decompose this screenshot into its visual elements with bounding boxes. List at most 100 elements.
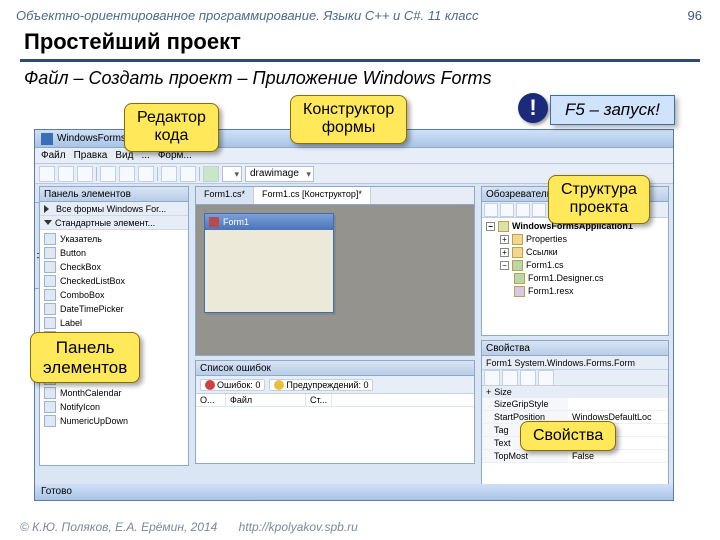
toolbox-item-label[interactable]: Label xyxy=(40,316,188,330)
properties-title: Свойства xyxy=(482,341,668,356)
tab-code[interactable]: Form1.cs* xyxy=(196,187,254,204)
callout-form-designer: Конструктор формы xyxy=(290,95,407,144)
prop-value[interactable] xyxy=(568,398,668,410)
label-icon xyxy=(44,317,56,329)
props-category[interactable]: +Size xyxy=(482,386,668,398)
toolbox-item-checkedlistbox[interactable]: CheckedListBox xyxy=(40,274,188,288)
toolbox-item-pointer[interactable]: Указатель xyxy=(40,232,188,246)
toolbox-group-all[interactable]: Все формы Windows For... xyxy=(40,202,188,216)
toolbox-group-label: Все формы Windows For... xyxy=(56,202,166,216)
config-dropdown[interactable] xyxy=(222,166,242,182)
page-number: 96 xyxy=(688,8,702,23)
errors-count[interactable]: Ошибок: 0 xyxy=(200,379,265,391)
toolbox-item-label: Button xyxy=(60,248,86,258)
col-file[interactable]: Файл xyxy=(226,394,306,406)
toolbox-item-label: DateTimePicker xyxy=(60,304,124,314)
toolbox-title: Панель элементов xyxy=(40,187,188,202)
notifyicon-icon xyxy=(44,401,56,413)
sol-btn-icon[interactable] xyxy=(532,203,546,217)
tb-sep xyxy=(96,167,97,181)
toolbox-item-button[interactable]: Button xyxy=(40,246,188,260)
expand-icon[interactable]: + xyxy=(500,235,509,244)
prop-value[interactable]: False xyxy=(568,450,668,462)
collapse-icon[interactable]: − xyxy=(500,261,509,270)
tree-form1cs[interactable]: − Form1.cs xyxy=(486,259,664,272)
collapse-icon[interactable]: − xyxy=(486,222,495,231)
toolbox-item-numericupdown[interactable]: NumericUpDown xyxy=(40,414,188,428)
tb-paste-icon[interactable] xyxy=(138,166,154,182)
toolbox-group-std[interactable]: Стандартные элемент... xyxy=(40,216,188,230)
toolbox-item-label: Label xyxy=(60,318,82,328)
properties-object[interactable]: Form1 System.Windows.Forms.Form xyxy=(482,356,668,370)
callout-code-editor: Редактор кода xyxy=(124,103,219,152)
props-events-icon[interactable] xyxy=(538,370,554,386)
col-line[interactable]: Ст... xyxy=(306,394,332,406)
csfile-icon xyxy=(514,273,525,284)
slide-header: Объектно-ориентированное программировани… xyxy=(0,0,720,27)
designer-canvas[interactable]: Form1 xyxy=(196,205,474,355)
tree-properties[interactable]: + Properties xyxy=(486,233,664,246)
target-dropdown[interactable]: drawimage xyxy=(245,166,314,182)
expand-icon xyxy=(44,205,53,213)
prop-name: TopMost xyxy=(482,450,568,462)
toolbox-item-monthcalendar[interactable]: MonthCalendar xyxy=(40,386,188,400)
tree-designercs[interactable]: Form1.Designer.cs xyxy=(486,272,664,285)
props-row[interactable]: TopMostFalse xyxy=(482,450,668,463)
properties-toolbar xyxy=(482,370,668,386)
button-icon xyxy=(44,247,56,259)
props-cat-icon[interactable] xyxy=(484,370,500,386)
errors-label: Ошибок: 0 xyxy=(217,380,260,390)
warnings-count[interactable]: Предупреждений: 0 xyxy=(269,379,373,391)
form-window[interactable]: Form1 xyxy=(204,213,334,313)
toolbox-item-notifyicon[interactable]: NotifyIcon xyxy=(40,400,188,414)
tb-cut-icon[interactable] xyxy=(100,166,116,182)
toolbox-item-label: NotifyIcon xyxy=(60,402,100,412)
toolbox-group-label: Стандартные элемент... xyxy=(55,216,155,230)
callout-solution: Структура проекта xyxy=(548,175,650,224)
toolbox-item-label: MonthCalendar xyxy=(60,388,122,398)
tree-label: Properties xyxy=(526,233,567,246)
sol-btn-icon[interactable] xyxy=(484,203,498,217)
sol-btn-icon[interactable] xyxy=(516,203,530,217)
project-icon xyxy=(498,221,509,232)
tree-label: Form1.cs xyxy=(526,259,564,272)
footer-link[interactable]: http://kpolyakov.spb.ru xyxy=(239,520,358,534)
tb-save-icon[interactable] xyxy=(77,166,93,182)
designer-panel: Form1.cs* Form1.cs [Конструктор]* Form1 xyxy=(195,186,475,356)
expand-icon[interactable]: + xyxy=(500,248,509,257)
tb-sep xyxy=(157,167,158,181)
toolbox-item-combobox[interactable]: ComboBox xyxy=(40,288,188,302)
prop-name: SizeGripStyle xyxy=(482,398,568,410)
tb-copy-icon[interactable] xyxy=(119,166,135,182)
tab-designer[interactable]: Form1.cs [Конструктор]* xyxy=(254,187,371,204)
combobox-icon xyxy=(44,289,56,301)
errors-header: О... Файл Ст... xyxy=(196,394,474,407)
toolbox-item-label: NumericUpDown xyxy=(60,416,128,426)
menu-file[interactable]: Файл xyxy=(41,150,66,161)
tree-references[interactable]: +Ссылки xyxy=(486,246,664,259)
sol-btn-icon[interactable] xyxy=(500,203,514,217)
props-prop-icon[interactable] xyxy=(520,370,536,386)
tree-label: Form1.resx xyxy=(528,285,574,298)
content-area: WindowsFormsA... al C# 20... Файл Правка… xyxy=(20,97,700,497)
toolbox-item-datetimepicker[interactable]: DateTimePicker xyxy=(40,302,188,316)
resx-icon xyxy=(514,286,525,297)
tb-new-icon[interactable] xyxy=(39,166,55,182)
expand-icon[interactable]: + xyxy=(486,387,491,397)
props-az-icon[interactable] xyxy=(502,370,518,386)
tb-run-icon[interactable] xyxy=(203,166,219,182)
tb-open-icon[interactable] xyxy=(58,166,74,182)
menu-edit[interactable]: Правка xyxy=(74,150,108,161)
collapse-icon xyxy=(44,220,52,225)
props-row[interactable]: SizeGripStyle xyxy=(482,398,668,411)
toolbox-item-checkbox[interactable]: CheckBox xyxy=(40,260,188,274)
props-cat-label: Size xyxy=(494,387,512,397)
tb-undo-icon[interactable] xyxy=(161,166,177,182)
properties-panel: Свойства Form1 System.Windows.Forms.Form… xyxy=(481,340,669,500)
tree-resx[interactable]: Form1.resx xyxy=(486,285,664,298)
checkbox-icon xyxy=(44,261,56,273)
toolbox-item-label: CheckedListBox xyxy=(60,276,125,286)
form-icon xyxy=(209,217,219,227)
col-desc[interactable]: О... xyxy=(196,394,226,406)
tb-redo-icon[interactable] xyxy=(180,166,196,182)
